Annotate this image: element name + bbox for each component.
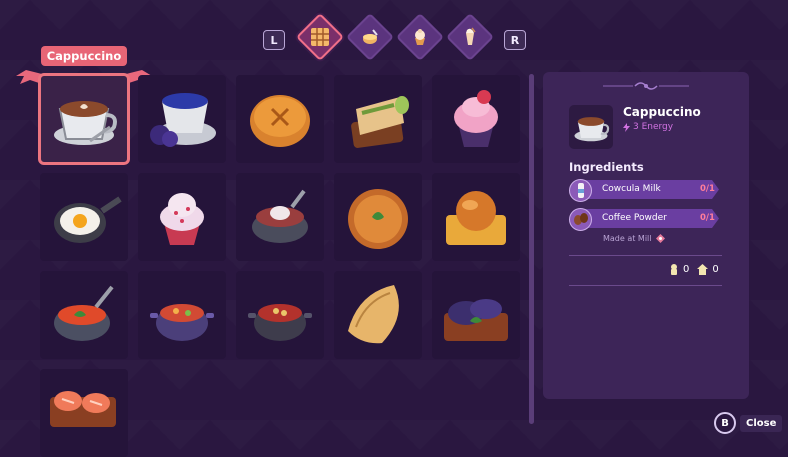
bread-icon bbox=[250, 95, 310, 147]
pastry-icon bbox=[348, 285, 399, 344]
divider bbox=[569, 255, 722, 256]
left-wing-ornament bbox=[16, 70, 42, 84]
recipe-slot-7[interactable] bbox=[138, 173, 226, 261]
ingredient-row: Coffee Powder 0/1 bbox=[569, 208, 726, 231]
inventory-counters: 0 0 bbox=[669, 264, 719, 275]
tab-drinks[interactable] bbox=[445, 12, 495, 62]
house-count: 0 bbox=[712, 264, 719, 275]
detail-recipe-icon bbox=[569, 105, 613, 149]
ingredient-name: Cowcula Milk bbox=[602, 184, 661, 194]
ingredient-count: 0/1 bbox=[700, 184, 715, 194]
tab-all-recipes[interactable] bbox=[295, 12, 345, 62]
chef-icon bbox=[671, 264, 677, 275]
drink-icon bbox=[466, 27, 476, 45]
mill-icon bbox=[655, 234, 665, 243]
recipe-slot-9[interactable] bbox=[334, 173, 422, 261]
selected-recipe-tooltip: Cappuccino bbox=[41, 46, 127, 66]
ingredients-heading: Ingredients bbox=[569, 160, 644, 174]
recipe-slot-8[interactable] bbox=[236, 173, 324, 261]
recipe-slot-4[interactable] bbox=[334, 75, 422, 163]
panel-ornament bbox=[603, 82, 689, 90]
house-icon bbox=[697, 264, 709, 275]
sprinkle-cupcake-icon bbox=[160, 193, 204, 245]
recipe-slot-14[interactable] bbox=[334, 271, 422, 359]
detail-energy-label: 3 Energy bbox=[633, 122, 674, 132]
detail-energy: 3 Energy bbox=[623, 122, 673, 132]
ingredient-name: Coffee Powder bbox=[602, 213, 667, 223]
cappuccino-icon bbox=[54, 101, 117, 145]
divider bbox=[569, 285, 722, 286]
recipe-slot-5[interactable] bbox=[432, 75, 520, 163]
recipe-slot-6[interactable] bbox=[40, 173, 128, 261]
recipe-slot-cappuccino[interactable] bbox=[38, 73, 130, 165]
recipe-slot-15[interactable] bbox=[432, 271, 520, 359]
coffee-beans-icon bbox=[569, 208, 592, 231]
tab-cooking[interactable] bbox=[345, 12, 395, 62]
cupcake-icon bbox=[415, 29, 425, 45]
blueberry-coffee-icon bbox=[150, 93, 216, 147]
recipe-slot-11[interactable] bbox=[40, 271, 128, 359]
close-label: Close bbox=[740, 414, 783, 432]
tomato-soup-icon bbox=[54, 285, 114, 341]
milk-bottle-icon bbox=[569, 179, 592, 202]
category-tabbar: L R bbox=[262, 12, 527, 62]
shoulder-left-button[interactable]: L bbox=[263, 30, 285, 50]
toast-bun-icon bbox=[446, 191, 506, 245]
made-at-label: Made at Mill bbox=[603, 234, 652, 243]
wrap-sandwich-icon bbox=[351, 96, 409, 148]
cappuccino-icon bbox=[574, 117, 610, 142]
pizza-icon bbox=[348, 189, 408, 249]
chef-count: 0 bbox=[683, 264, 690, 275]
stew-pot-icon bbox=[150, 304, 214, 341]
recipe-scrollbar[interactable] bbox=[529, 74, 534, 424]
made-at-location: Made at Mill bbox=[603, 234, 665, 243]
eggplant-toast-icon bbox=[444, 299, 508, 341]
recipe-slot-3[interactable] bbox=[236, 75, 324, 163]
ingredient-count: 0/1 bbox=[700, 213, 715, 223]
shoulder-right-button[interactable]: R bbox=[504, 30, 526, 50]
tab-desserts[interactable] bbox=[395, 12, 445, 62]
fried-egg-pan-icon bbox=[54, 196, 122, 243]
recipe-slot-16[interactable] bbox=[40, 369, 128, 457]
detail-recipe-name: Cappuccino bbox=[623, 105, 701, 119]
b-button-glyph: B bbox=[714, 412, 736, 434]
recipe-scrollbar-thumb[interactable] bbox=[529, 74, 534, 424]
ingredient-row: Cowcula Milk 0/1 bbox=[569, 179, 726, 202]
grid-icon bbox=[311, 28, 329, 46]
salmon-toast-icon bbox=[50, 391, 116, 427]
recipe-slot-12[interactable] bbox=[138, 271, 226, 359]
recipe-detail-panel: Cappuccino 3 Energy Ingredients Cowcula … bbox=[543, 72, 749, 399]
recipe-slot-10[interactable] bbox=[432, 173, 520, 261]
bean-stew-pot-icon bbox=[248, 304, 312, 341]
recipe-slot-13[interactable] bbox=[236, 271, 324, 359]
cooking-pot-icon bbox=[363, 29, 378, 44]
close-button[interactable]: B Close bbox=[714, 412, 783, 434]
recipe-slot-2[interactable] bbox=[138, 75, 226, 163]
soup-bowl-icon bbox=[252, 189, 308, 243]
lightning-icon bbox=[623, 122, 630, 132]
berry-cupcake-icon bbox=[454, 90, 498, 147]
